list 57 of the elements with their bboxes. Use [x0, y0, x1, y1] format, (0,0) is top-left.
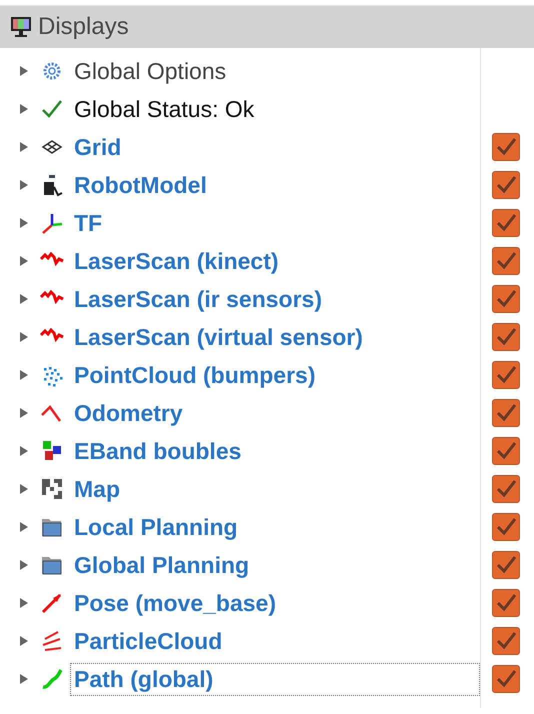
- display-item[interactable]: Global Planning: [70, 548, 254, 582]
- checkbox[interactable]: [492, 551, 520, 579]
- display-item[interactable]: Map: [70, 472, 124, 506]
- display-item[interactable]: Odometry: [70, 396, 187, 430]
- display-item[interactable]: LaserScan (virtual sensor): [70, 320, 367, 354]
- map-icon: [40, 477, 64, 501]
- checkbox[interactable]: [492, 665, 520, 693]
- display-item[interactable]: Local Planning: [70, 510, 242, 544]
- display-item[interactable]: TF: [70, 206, 106, 240]
- expand-arrow-icon[interactable]: [18, 255, 30, 267]
- checkbox[interactable]: [492, 285, 520, 313]
- checkbox[interactable]: [492, 437, 520, 465]
- display-item[interactable]: Global Options: [70, 54, 230, 88]
- expand-arrow-icon[interactable]: [18, 521, 30, 533]
- checkbox[interactable]: [492, 513, 520, 541]
- checkbox[interactable]: [492, 323, 520, 351]
- arrow-icon: [40, 591, 64, 615]
- checkbox[interactable]: [492, 247, 520, 275]
- display-item[interactable]: Global Status: Ok: [70, 92, 258, 126]
- monitor-icon: [10, 16, 32, 38]
- checkbox[interactable]: [492, 475, 520, 503]
- expand-arrow-icon[interactable]: [18, 293, 30, 305]
- checkbox[interactable]: [492, 589, 520, 617]
- checkbox[interactable]: [492, 361, 520, 389]
- display-item[interactable]: Pose (move_base): [70, 586, 280, 620]
- expand-arrow-icon[interactable]: [18, 65, 30, 77]
- expand-arrow-icon[interactable]: [18, 635, 30, 647]
- expand-arrow-icon[interactable]: [18, 217, 30, 229]
- display-item[interactable]: Path (global): [70, 662, 480, 696]
- expand-arrow-icon[interactable]: [18, 179, 30, 191]
- display-item[interactable]: ParticleCloud: [70, 624, 226, 658]
- panel-title: Displays: [38, 13, 129, 41]
- expand-arrow-icon[interactable]: [18, 483, 30, 495]
- cubes-icon: [40, 439, 64, 463]
- display-item[interactable]: Grid: [70, 130, 126, 164]
- expand-arrow-icon[interactable]: [18, 407, 30, 419]
- checkbox[interactable]: [492, 209, 520, 237]
- expand-arrow-icon[interactable]: [18, 103, 30, 115]
- expand-arrow-icon[interactable]: [18, 331, 30, 343]
- expand-arrow-icon[interactable]: [18, 141, 30, 153]
- expand-arrow-icon[interactable]: [18, 445, 30, 457]
- expand-arrow-icon[interactable]: [18, 673, 30, 685]
- arrows-icon: [40, 629, 64, 653]
- expand-arrow-icon[interactable]: [18, 597, 30, 609]
- display-item[interactable]: PointCloud (bumpers): [70, 358, 320, 392]
- display-item[interactable]: EBand boubles: [70, 434, 246, 468]
- display-item[interactable]: LaserScan (kinect): [70, 244, 283, 278]
- axes-icon: [40, 211, 64, 235]
- checkbox[interactable]: [492, 627, 520, 655]
- checkbox[interactable]: [492, 399, 520, 427]
- path-icon: [40, 667, 64, 691]
- display-item[interactable]: RobotModel: [70, 168, 211, 202]
- expand-arrow-icon[interactable]: [18, 369, 30, 381]
- expand-arrow-icon[interactable]: [18, 559, 30, 571]
- display-item[interactable]: LaserScan (ir sensors): [70, 282, 326, 316]
- checkbox[interactable]: [492, 133, 520, 161]
- checkbox[interactable]: [492, 171, 520, 199]
